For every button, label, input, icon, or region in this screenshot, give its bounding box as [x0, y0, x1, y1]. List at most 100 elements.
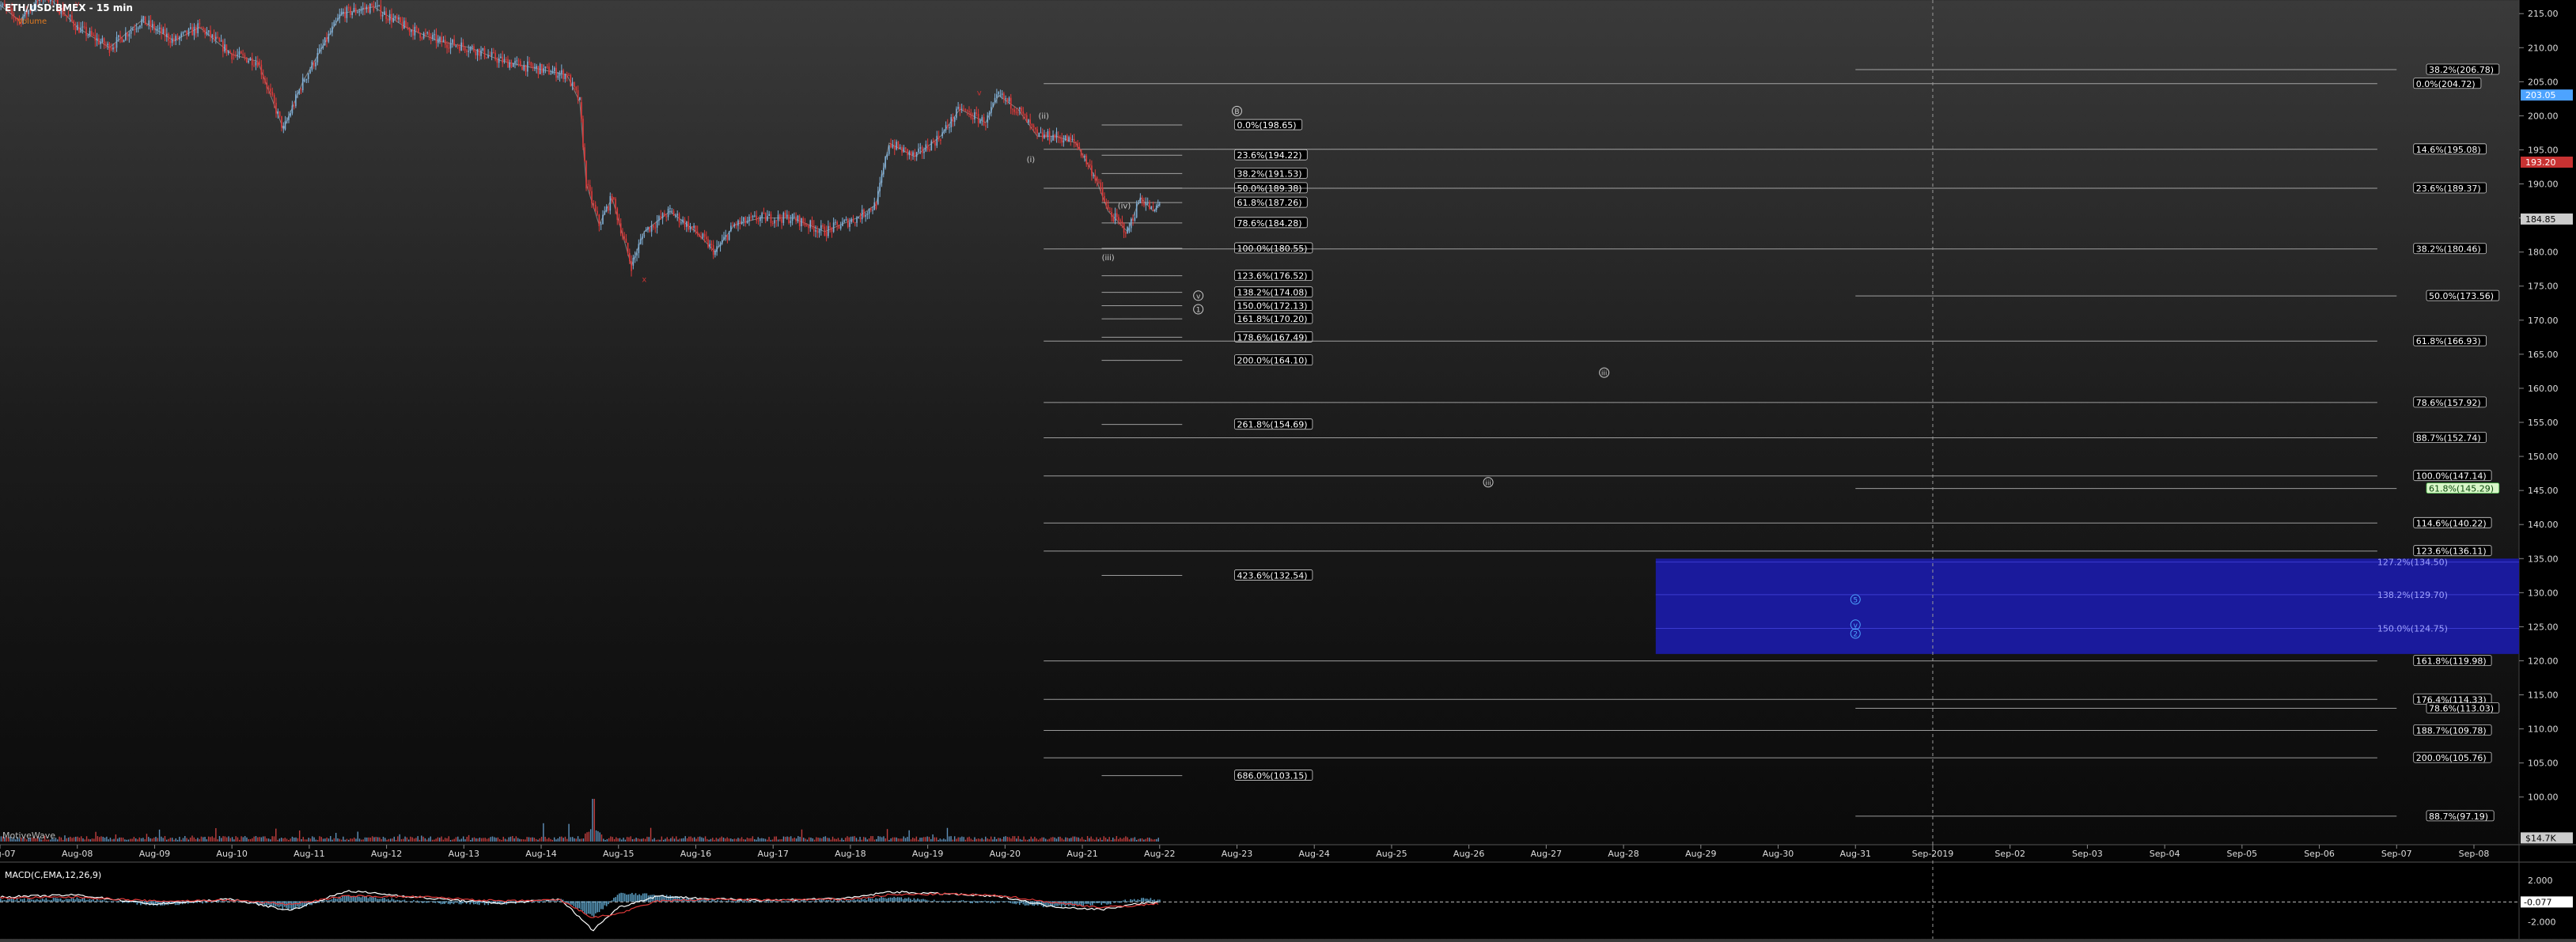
- macd-histogram-bar: [433, 901, 434, 902]
- x-tick-label: Aug-23: [1222, 849, 1252, 859]
- candle-body: [127, 33, 128, 37]
- candle-body: [426, 32, 428, 33]
- macd-histogram-bar: [764, 901, 766, 902]
- volume-bar: [321, 837, 322, 842]
- volume-bar: [319, 836, 320, 842]
- fib-level-label: 78.6%(157.92): [2416, 398, 2481, 408]
- volume-bar: [162, 838, 163, 842]
- candle-body: [1151, 206, 1153, 209]
- volume-bar: [422, 837, 423, 842]
- volume-bar: [687, 838, 688, 842]
- volume-bar: [365, 838, 366, 842]
- macd-histogram-bar: [368, 898, 369, 902]
- volume-bar: [117, 838, 118, 842]
- candle-body: [842, 222, 843, 226]
- candle-body: [152, 24, 153, 27]
- candle-body: [609, 196, 611, 210]
- volume-bar: [131, 838, 132, 842]
- macd-histogram-bar: [335, 898, 336, 902]
- volume-bar: [523, 839, 524, 842]
- macd-histogram-bar: [544, 901, 546, 902]
- candle-body: [409, 28, 411, 32]
- volume-bar: [758, 837, 759, 842]
- candle-body: [992, 103, 994, 107]
- macd-histogram-bar: [406, 901, 407, 902]
- candle-body: [894, 146, 896, 149]
- macd-histogram-bar: [881, 897, 882, 902]
- macd-histogram-bar: [444, 901, 445, 904]
- candle-body: [706, 236, 707, 239]
- candle-body: [324, 37, 326, 45]
- candle-body: [963, 109, 964, 110]
- macd-histogram-bar: [729, 901, 731, 902]
- macd-histogram-bar: [337, 898, 339, 901]
- macd-histogram-bar: [1010, 901, 1012, 902]
- volume-bar: [985, 837, 986, 842]
- candle-body: [350, 7, 351, 15]
- x-tick-label: Aug-24: [1298, 849, 1329, 859]
- candle-body: [1102, 188, 1104, 196]
- volume-bar: [71, 838, 72, 842]
- candle-body: [173, 38, 175, 41]
- volume-bar: [961, 837, 962, 842]
- candle-body: [1157, 205, 1159, 206]
- macd-histogram-bar: [995, 901, 997, 902]
- candle-body: [737, 221, 739, 226]
- macd-histogram-bar: [873, 899, 875, 901]
- candle-body: [740, 221, 741, 224]
- macd-histogram-bar: [36, 899, 38, 902]
- candle-body: [887, 154, 888, 157]
- candle-body: [330, 32, 331, 33]
- candle-body: [423, 33, 425, 38]
- candle-body: [190, 27, 191, 28]
- volume-bar: [243, 837, 244, 842]
- candle-body: [552, 71, 554, 74]
- candle-body: [460, 43, 462, 51]
- macd-histogram-bar: [422, 901, 424, 902]
- candle-body: [1017, 112, 1019, 113]
- candle-body: [97, 38, 98, 40]
- volume-bar: [650, 828, 651, 842]
- macd-histogram-bar: [1119, 901, 1121, 902]
- candle-body: [978, 114, 979, 123]
- volume-bar: [499, 839, 500, 842]
- macd-histogram-bar: [999, 901, 1001, 902]
- candle-body: [1084, 156, 1085, 157]
- macd-histogram-bar: [950, 901, 952, 902]
- candle-body: [1007, 98, 1009, 101]
- candle-body: [772, 223, 774, 224]
- macd-histogram-bar: [1112, 901, 1113, 902]
- volume-bar: [850, 837, 851, 842]
- volume-bar: [488, 838, 489, 842]
- macd-histogram-bar: [1159, 899, 1161, 901]
- volume-bar: [1114, 839, 1115, 842]
- candle-body: [411, 30, 412, 32]
- macd-histogram-bar: [4, 900, 6, 902]
- macd-histogram-bar: [237, 901, 238, 902]
- fib-level-label: 0.0%(198.65): [1237, 120, 1296, 131]
- candle-body: [575, 87, 577, 90]
- volume-bar: [153, 838, 154, 842]
- volume-bar: [825, 836, 826, 842]
- candle-body: [840, 226, 842, 229]
- candle-body: [627, 243, 629, 253]
- volume-bar: [366, 838, 367, 842]
- candle-body: [808, 225, 809, 228]
- candle-body: [392, 18, 394, 22]
- candle-body: [1038, 133, 1040, 136]
- volume-bar: [1016, 838, 1017, 842]
- volume-bar: [376, 837, 377, 842]
- candle-body: [642, 236, 643, 239]
- candle-body: [574, 82, 575, 87]
- volume-bar: [463, 837, 464, 842]
- macd-histogram-bar: [202, 901, 203, 903]
- macd-histogram-bar: [806, 901, 808, 902]
- volume-bar: [450, 840, 451, 842]
- candle-body: [1005, 98, 1006, 99]
- volume-bar: [799, 837, 800, 842]
- candle-body: [482, 48, 483, 51]
- macd-histogram-bar: [395, 900, 396, 902]
- volume-bar: [99, 837, 100, 842]
- candle-body: [188, 28, 190, 35]
- macd-histogram-bar: [586, 901, 588, 914]
